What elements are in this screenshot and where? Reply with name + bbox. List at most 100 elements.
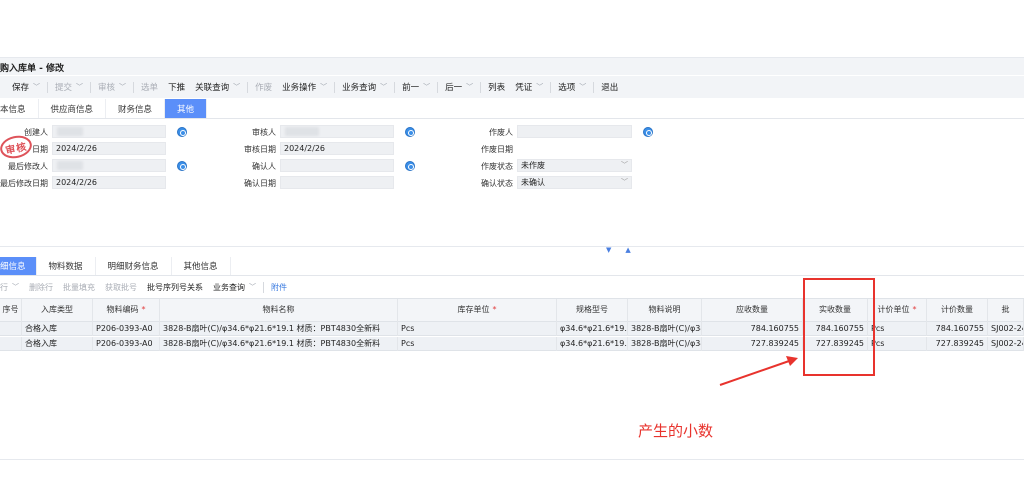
table-cell[interactable]: 3828-B扇叶(C)/φ34.6*φ21.6*19.1 材质：PBT4830全… xyxy=(160,337,398,351)
lookup-icon[interactable] xyxy=(177,127,187,137)
grid-toolbar-button[interactable]: 批号序列号关系 xyxy=(142,278,208,296)
table-cell[interactable]: 合格入库 xyxy=(22,322,93,336)
last-modifier-field[interactable] xyxy=(52,159,166,172)
toolbar-button[interactable]: 列表 xyxy=(483,78,510,96)
column-header-label: 物料编码 xyxy=(106,305,139,314)
grid-toolbar-button[interactable]: 批量填充 xyxy=(58,278,100,296)
table-cell[interactable]: 784.160755 xyxy=(927,322,988,336)
toolbar-button[interactable]: 前一 ﹀ xyxy=(397,78,435,96)
column-header[interactable]: 计价单位 * xyxy=(868,299,927,323)
column-header[interactable]: 入库类型 xyxy=(22,299,93,323)
toolbar-button[interactable]: 关联查询 ﹀ xyxy=(190,78,245,96)
tab-3[interactable]: 其他 xyxy=(165,99,208,118)
detail-tab-2[interactable]: 明细财务信息 xyxy=(96,257,172,275)
panel-splitter[interactable] xyxy=(0,246,1024,247)
toolbar-button[interactable]: 审核 ﹀ xyxy=(93,78,131,96)
grid-toolbar-label: 获取批号 xyxy=(105,282,137,292)
table-cell[interactable]: SJ002-24 xyxy=(988,322,1024,336)
grid-toolbar-label: 删除行 xyxy=(29,282,53,292)
table-cell[interactable]: 784.160755 xyxy=(702,322,803,336)
grid-toolbar-button[interactable]: 业务查询 ﹀ xyxy=(208,278,261,296)
toolbar-button[interactable]: 业务查询 ﹀ xyxy=(337,78,392,96)
toolbar-button[interactable]: 退出 xyxy=(596,78,623,96)
toolbar-button[interactable]: 作废 xyxy=(250,78,277,96)
chevron-down-icon: ﹀ xyxy=(423,83,431,91)
column-header[interactable]: 物料编码 * xyxy=(93,299,160,323)
toolbar-button-label: 凭证 xyxy=(515,83,533,93)
detail-tab-1[interactable]: 物料数据 xyxy=(37,257,96,275)
chevron-down-icon: ﹀ xyxy=(76,83,84,91)
table-cell[interactable]: Pcs xyxy=(868,322,927,336)
void-status-select[interactable]: 未作废 ﹀ xyxy=(517,159,632,172)
column-header[interactable]: 序号 xyxy=(0,299,22,323)
collapse-arrows-icon[interactable]: ▼▲ xyxy=(606,246,645,254)
grid-toolbar-label: 批号序列号关系 xyxy=(147,282,203,292)
table-cell[interactable]: P206-0393-A0 xyxy=(93,337,160,351)
detail-tab-3[interactable]: 其他信息 xyxy=(172,257,231,275)
toolbar-button[interactable]: 提交 ﹀ xyxy=(50,78,88,96)
create-date-field[interactable]: 2024/2/26 xyxy=(52,142,166,155)
table-cell[interactable] xyxy=(0,337,22,351)
table-cell[interactable]: 727.839245 xyxy=(702,337,803,351)
table-cell[interactable]: 3828-B扇叶(C)/φ34.6*φ21. xyxy=(628,322,702,336)
toolbar-button[interactable]: 后一 ﹀ xyxy=(440,78,478,96)
table-cell[interactable]: 3828-B扇叶(C)/φ34.6*φ21. xyxy=(628,337,702,351)
toolbar-separator xyxy=(47,81,49,93)
column-header[interactable]: 批 xyxy=(988,299,1024,323)
detail-tab-0[interactable]: 细信息 xyxy=(0,257,37,275)
column-header[interactable]: 物料名称 xyxy=(160,299,398,323)
toolbar-button-label: 选项 xyxy=(558,83,576,93)
column-header[interactable]: 应收数量 xyxy=(702,299,803,323)
voider-field[interactable] xyxy=(517,125,632,138)
table-cell[interactable]: 合格入库 xyxy=(22,337,93,351)
last-modified-date-field[interactable]: 2024/2/26 xyxy=(52,176,166,189)
lookup-icon[interactable] xyxy=(405,127,415,137)
grid-toolbar-button[interactable]: 获取批号 xyxy=(100,278,142,296)
column-header[interactable]: 计价数量 xyxy=(927,299,988,323)
toolbar-button[interactable]: 选单 xyxy=(136,78,163,96)
blurred-value xyxy=(285,127,319,136)
table-cell[interactable]: φ34.6*φ21.6*19.1 xyxy=(557,337,628,351)
required-icon: * xyxy=(912,305,917,314)
voider-label: 作废人 xyxy=(489,128,513,137)
grid-toolbar-button[interactable]: 删除行 xyxy=(24,278,58,296)
grid-toolbar-label: 业务查询 xyxy=(213,282,245,292)
grid-toolbar-button[interactable]: 附件 xyxy=(266,278,292,296)
toolbar-button[interactable]: 下推 xyxy=(163,78,190,96)
toolbar-button[interactable]: 保存 ﹀ xyxy=(0,78,45,96)
table-cell[interactable]: Pcs xyxy=(398,337,557,351)
table-cell[interactable]: 727.839245 xyxy=(927,337,988,351)
approve-date-field[interactable]: 2024/2/26 xyxy=(280,142,394,155)
tab-2[interactable]: 财务信息 xyxy=(106,99,166,118)
toolbar-button[interactable]: 凭证 ﹀ xyxy=(510,78,548,96)
column-header-label: 库存单位 xyxy=(457,305,490,314)
table-cell[interactable]: SJ002-24 xyxy=(988,337,1024,351)
creator-field[interactable] xyxy=(52,125,166,138)
table-cell[interactable]: Pcs xyxy=(868,337,927,351)
lookup-icon[interactable] xyxy=(177,161,187,171)
table-cell[interactable]: 3828-B扇叶(C)/φ34.6*φ21.6*19.1 材质：PBT4830全… xyxy=(160,322,398,336)
confirm-date-field[interactable] xyxy=(280,176,394,189)
confirmer-field[interactable] xyxy=(280,159,394,172)
chevron-down-icon: ﹀ xyxy=(249,283,256,291)
table-cell[interactable]: P206-0393-A0 xyxy=(93,322,160,336)
toolbar-button[interactable]: 业务操作 ﹀ xyxy=(277,78,332,96)
toolbar-button[interactable]: 选项 ﹀ xyxy=(553,78,591,96)
chevron-down-icon: ﹀ xyxy=(380,83,388,91)
toolbar-button-label: 前一 xyxy=(402,83,420,93)
header-tabs: 本信息 供应商信息 财务信息 其他 xyxy=(0,99,1024,119)
confirm-status-select[interactable]: 未确认 ﹀ xyxy=(517,176,632,189)
table-cell[interactable]: φ34.6*φ21.6*19.1 xyxy=(557,322,628,336)
approver-field[interactable] xyxy=(280,125,394,138)
column-header[interactable]: 物料说明 xyxy=(628,299,702,323)
lookup-icon[interactable] xyxy=(643,127,653,137)
grid-toolbar-button[interactable]: 行 ﹀ xyxy=(0,278,24,296)
column-header[interactable]: 库存单位 * xyxy=(398,299,557,323)
table-cell[interactable] xyxy=(0,322,22,336)
tab-0[interactable]: 本信息 xyxy=(0,99,39,118)
table-cell[interactable]: Pcs xyxy=(398,322,557,336)
tab-1[interactable]: 供应商信息 xyxy=(39,99,107,118)
column-header[interactable]: 规格型号 xyxy=(557,299,628,323)
lookup-icon[interactable] xyxy=(405,161,415,171)
toolbar-separator xyxy=(263,281,264,293)
